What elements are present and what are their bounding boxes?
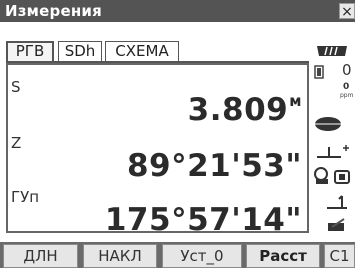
softkey-distance[interactable]: Расст (246, 244, 320, 268)
measurement-label: Z (11, 134, 22, 152)
softkey-page-c1[interactable]: С1 (324, 244, 355, 268)
close-button[interactable]: × (339, 3, 355, 20)
tab-sdh[interactable]: SDh (58, 41, 102, 61)
measurement-label: S (11, 78, 21, 96)
ppm-label: ppm (340, 92, 354, 99)
signal-strength-icon (317, 46, 347, 56)
status-icon-column: 0 0 ppm (309, 41, 355, 233)
measurement-screen: Измерения × РГВ SDh СХЕМА S 3.809м Z 89°… (0, 0, 355, 268)
ppm-value: 0 (343, 82, 350, 92)
distance-value: 3.809 (187, 92, 289, 128)
softkey-nakl[interactable]: НАКЛ (83, 244, 157, 268)
prism-constant-value: 0 (342, 61, 352, 79)
measurement-row-horizontal-angle: ГУп 175°57'14" (8, 188, 307, 240)
distance-unit: м (289, 92, 302, 110)
measurement-value: 89°21'53" (126, 148, 302, 184)
tab-strip: РГВ SDh СХЕМА (6, 41, 309, 63)
softkey-dln[interactable]: ДЛН (3, 244, 78, 268)
measurement-value: 3.809м (188, 92, 302, 128)
pen-input-icon[interactable] (326, 217, 348, 233)
measurement-mode-icon[interactable] (312, 166, 352, 186)
title-bar: Измерения × (0, 0, 355, 22)
softkey-set-zero[interactable]: Уст_0 (162, 244, 242, 268)
tab-schema[interactable]: СХЕМА (105, 41, 179, 61)
tilt-compensation-icon[interactable] (315, 142, 351, 160)
page-1-icon[interactable] (325, 193, 351, 211)
softkey-bar: ДЛН НАКЛ Уст_0 Расст С1 (0, 242, 355, 268)
prism-icon (314, 65, 324, 79)
tab-rgv[interactable]: РГВ (6, 41, 54, 61)
measurement-row-zenith: Z 89°21'53" (8, 134, 307, 186)
measurement-row-slope-distance: S 3.809м (8, 78, 307, 130)
measurement-panel: S 3.809м Z 89°21'53" ГУп 175°57'14" (6, 63, 309, 238)
laser-target-icon[interactable] (313, 115, 343, 133)
window-title: Измерения (5, 2, 102, 20)
measurement-label: ГУп (11, 188, 40, 206)
measurement-value: 175°57'14" (104, 202, 302, 238)
